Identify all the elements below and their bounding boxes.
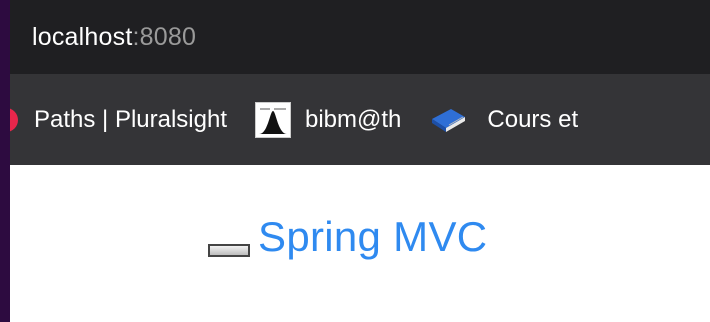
url-host: localhost [32,22,133,51]
page-header: Spring MVC [208,213,487,261]
url-port: :8080 [132,22,197,51]
pluralsight-icon [10,107,18,132]
broken-image-icon [208,243,250,257]
address-bar[interactable]: localhost:8080 [10,0,710,74]
bookmarks-bar: Paths | Pluralsight bibm@th Cours et [10,74,710,165]
bookmark-label: bibm@th [305,105,402,133]
bookmark-cours[interactable]: Cours et [429,105,578,135]
url-text[interactable]: localhost:8080 [32,23,196,52]
page-content: Spring MVC [10,165,710,322]
bookmark-label: Paths | Pluralsight [34,105,227,133]
bookmark-pluralsight[interactable]: Paths | Pluralsight [10,106,227,134]
page-title-link[interactable]: Spring MVC [258,213,487,261]
bookmark-label: Cours et [487,105,579,133]
browser-window: localhost:8080 Paths | Pluralsight bibm@… [10,0,710,322]
bookmark-bibmath[interactable]: bibm@th [255,101,402,138]
bibmath-icon [255,101,291,138]
desktop-background: localhost:8080 Paths | Pluralsight bibm@… [0,0,710,322]
book-icon [429,105,469,135]
